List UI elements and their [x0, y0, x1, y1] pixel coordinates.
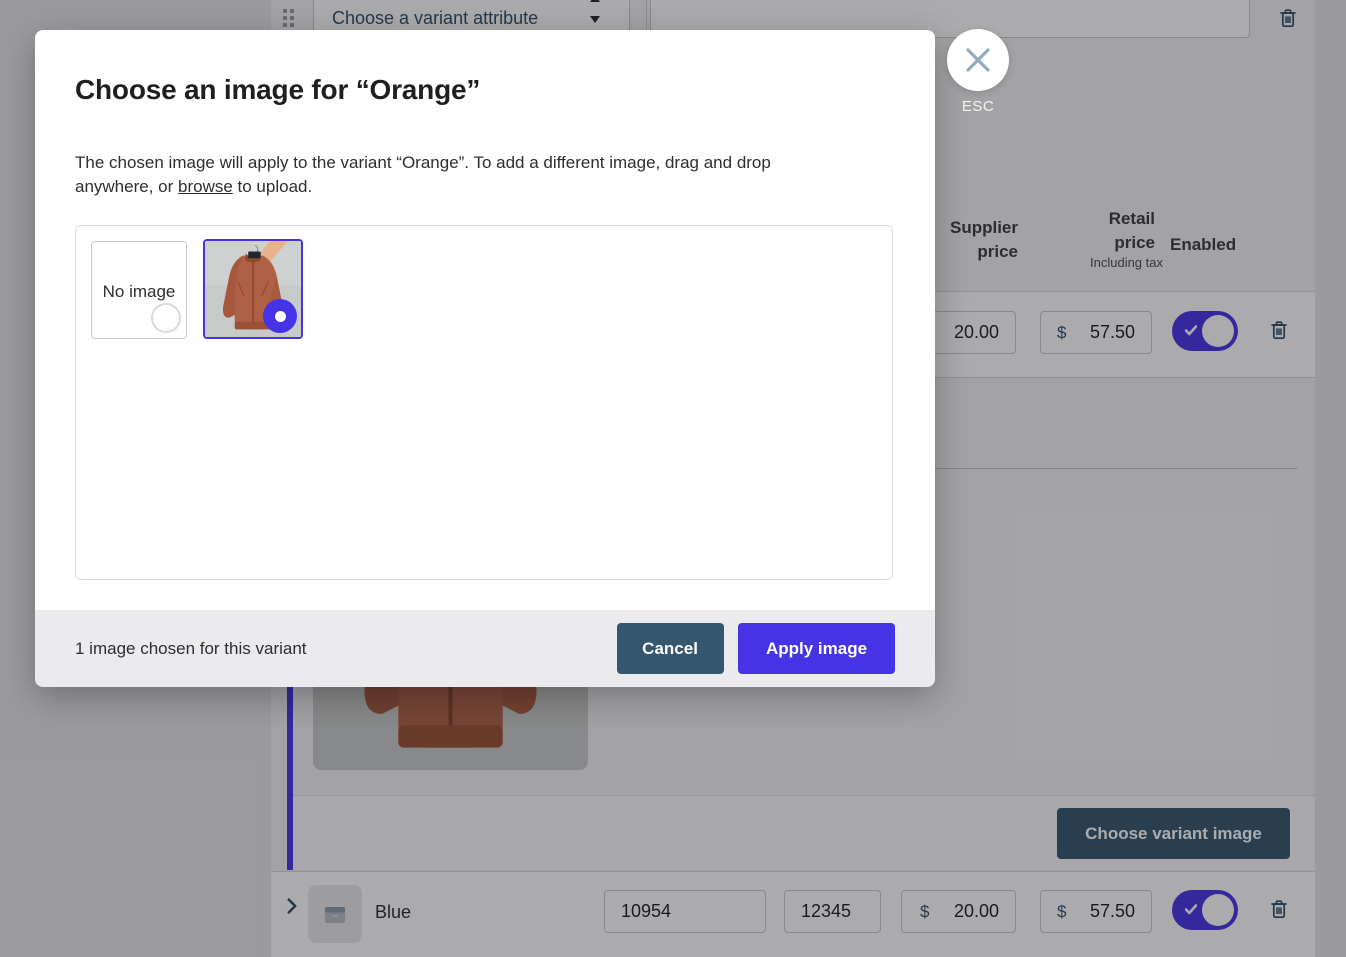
modal-footer: 1 image chosen for this variant Cancel A…	[35, 610, 935, 687]
modal-body: Choose an image for “Orange” The chosen …	[35, 30, 935, 610]
apply-image-button[interactable]: Apply image	[738, 623, 895, 674]
jacket-image-radio-selected[interactable]	[263, 299, 297, 333]
esc-hint-label: ESC	[947, 98, 1009, 115]
close-icon	[965, 47, 991, 73]
no-image-radio[interactable]	[151, 303, 181, 333]
image-picker-area: No image	[75, 225, 893, 580]
modal-description: The chosen image will apply to the varia…	[75, 151, 835, 198]
selection-status-text: 1 image chosen for this variant	[75, 639, 307, 659]
browse-link[interactable]: browse	[178, 177, 233, 196]
cancel-button[interactable]: Cancel	[617, 623, 724, 674]
choose-image-modal: Choose an image for “Orange” The chosen …	[35, 30, 935, 687]
modal-title: Choose an image for “Orange”	[75, 74, 480, 106]
modal-close-button[interactable]	[947, 29, 1009, 91]
description-text-end: to upload.	[233, 177, 312, 196]
no-image-option[interactable]: No image	[91, 241, 187, 339]
footer-buttons: Cancel Apply image	[617, 623, 895, 674]
jacket-image-option[interactable]	[203, 239, 303, 339]
no-image-label: No image	[92, 282, 186, 302]
